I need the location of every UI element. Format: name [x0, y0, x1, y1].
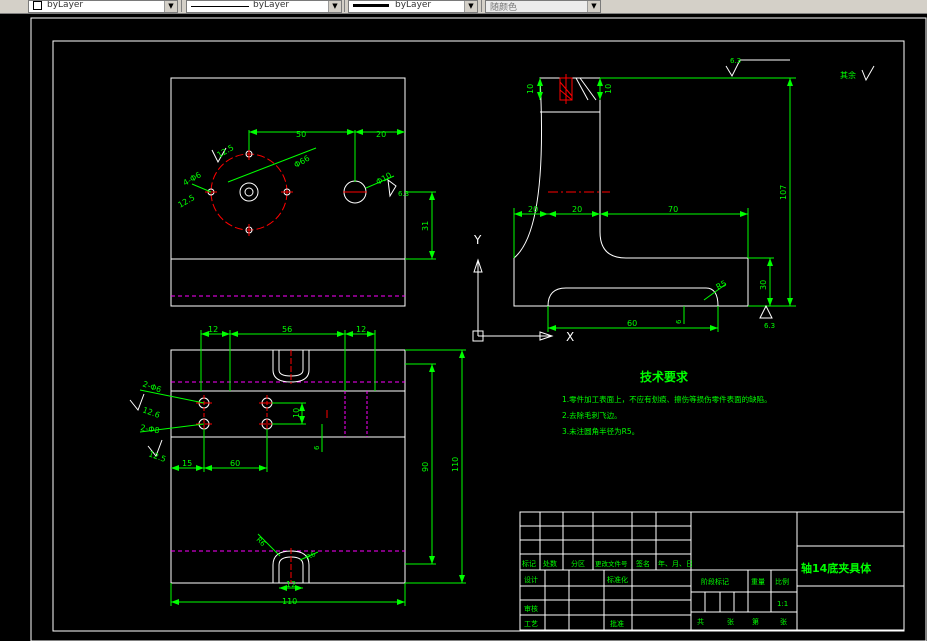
- tb-sign: 签名: [636, 559, 650, 568]
- dropdown-arrow-icon[interactable]: ▼: [164, 1, 177, 12]
- tb-zone: 分区: [571, 559, 585, 568]
- side-view[interactable]: 10 10 20 20 70 107 30 60 R5 6 6.3 6.3 其余: [513, 57, 875, 332]
- dim-front-hole2: 2-Φ8: [140, 423, 161, 435]
- dropdown-arrow-icon[interactable]: ▼: [328, 1, 341, 12]
- dim-front-60: 60: [230, 459, 240, 468]
- tb-di: 第: [752, 617, 759, 626]
- tech-title: 技术要求: [640, 369, 689, 384]
- rough-front-2: 12.5: [147, 449, 167, 464]
- dim-dia10: Φ10: [375, 171, 394, 187]
- title-block-text: 轴14底夹具体 标记 处数 分区 更改文件号 签名 年、月、日 设计 标准化 阶…: [522, 559, 872, 628]
- dim-side-60: 60: [627, 319, 637, 328]
- tb-doc: 更改文件号: [595, 559, 628, 568]
- dim-side-10b: 10: [604, 84, 613, 94]
- dim-front-110b: 110: [282, 597, 297, 606]
- dim-side-r: R5: [715, 279, 729, 292]
- rough-side-bot: 6.3: [764, 322, 775, 330]
- tech-item-1: 1.零件加工表面上，不应有划痕、擦伤等损伤零件表面的缺陷。: [562, 394, 772, 404]
- tb-total: 共: [697, 617, 704, 626]
- rough-6-3-top: 6.3: [398, 190, 409, 198]
- tb-approve: 批准: [610, 619, 624, 628]
- properties-toolbar: byLayer ▼ byLayer ▼ byLayer ▼ 随颜色 ▼: [0, 0, 927, 14]
- tb-count: 处数: [543, 559, 557, 568]
- tb-scale: 比例: [775, 577, 789, 586]
- color-combo-value: byLayer: [47, 0, 84, 10]
- toolbar-separator: [181, 0, 182, 12]
- lineweight-combo[interactable]: byLayer ▼: [348, 0, 478, 13]
- dim-4-dia6: 4-Φ6: [182, 170, 203, 187]
- rough-side-top: 6.3: [730, 57, 741, 65]
- tech-item-2: 2.去除毛刺飞边。: [562, 410, 622, 420]
- dim-front-110: 110: [451, 457, 460, 472]
- dim-side-20a: 20: [528, 205, 538, 214]
- dim-side-107: 107: [779, 185, 788, 200]
- tb-sheet-b: 张: [780, 617, 787, 626]
- ucs-y-label: Y: [473, 233, 482, 247]
- rough-12-5: 12.5: [177, 193, 197, 210]
- tb-design: 设计: [524, 575, 538, 584]
- tb-date: 年、月、日: [658, 559, 693, 568]
- toolbar-separator: [344, 0, 345, 12]
- tech-item-3: 3.未注圆角半径为R5。: [562, 426, 639, 436]
- dim-side-10a: 10: [526, 84, 535, 94]
- technical-requirements: 技术要求 1.零件加工表面上，不应有划痕、擦伤等损伤零件表面的缺陷。 2.去除毛…: [562, 369, 772, 436]
- tb-sheet-a: 张: [727, 617, 734, 626]
- dim-side-6: 6: [675, 319, 683, 324]
- color-swatch: [33, 1, 42, 10]
- tb-process: 工艺: [524, 620, 538, 628]
- linetype-combo[interactable]: byLayer ▼: [186, 0, 342, 13]
- drawing-canvas[interactable]: 50 20 31 Φ66 4-Φ6 12.5 12.5 Φ10 6.3 10 1…: [0, 13, 927, 641]
- color-combo[interactable]: byLayer ▼: [28, 0, 178, 13]
- tb-stage: 阶段标记: [701, 577, 729, 586]
- dim-front-r2: R6: [305, 550, 318, 562]
- dim-front-12c: 12: [286, 580, 296, 589]
- dim-front-12b: 12: [356, 325, 366, 334]
- rough-12-5b: 12.5: [216, 143, 236, 160]
- dim-front-6: 6: [313, 445, 321, 450]
- plotstyle-combo-value: 随颜色: [490, 3, 518, 13]
- dim-20: 20: [376, 130, 386, 139]
- dim-front-r1: R6: [255, 536, 268, 549]
- dim-front-56: 56: [282, 325, 292, 334]
- tb-weight: 重量: [751, 578, 765, 586]
- linetype-combo-value: byLayer: [253, 0, 290, 10]
- dropdown-arrow-icon[interactable]: ▼: [464, 1, 477, 12]
- top-view[interactable]: 50 20 31 Φ66 4-Φ6 12.5 12.5 Φ10 6.3: [170, 77, 436, 307]
- dim-side-30: 30: [759, 280, 768, 290]
- rough-front-1: 12.6: [141, 405, 161, 420]
- tb-review: 审核: [524, 604, 538, 613]
- lineweight-combo-value: byLayer: [395, 0, 432, 10]
- tb-std: 标准化: [607, 575, 628, 584]
- ucs-x-label: X: [566, 330, 574, 344]
- dim-50: 50: [296, 130, 306, 139]
- dim-front-10: 10: [292, 408, 301, 418]
- dim-side-70: 70: [668, 205, 678, 214]
- dim-31: 31: [421, 221, 430, 231]
- linetype-preview: [191, 6, 249, 7]
- tb-mark: 标记: [522, 559, 536, 568]
- tb-scale-val: 1:1: [777, 600, 788, 608]
- dim-side-20b: 20: [572, 205, 582, 214]
- lineweight-preview: [353, 4, 389, 7]
- toolbar-separator: [481, 0, 482, 12]
- front-view[interactable]: 12 56 12 90 110 10 6 15 60 110 12 2-Φ6 1…: [129, 325, 466, 606]
- surface-note: 其余: [840, 70, 856, 80]
- dropdown-arrow-icon[interactable]: ▼: [587, 1, 600, 12]
- dim-front-12a: 12: [208, 325, 218, 334]
- dim-front-15: 15: [182, 459, 192, 468]
- dim-front-90: 90: [421, 462, 430, 472]
- part-name: 轴14底夹具体: [801, 561, 872, 575]
- plotstyle-combo[interactable]: 随颜色 ▼: [485, 0, 601, 13]
